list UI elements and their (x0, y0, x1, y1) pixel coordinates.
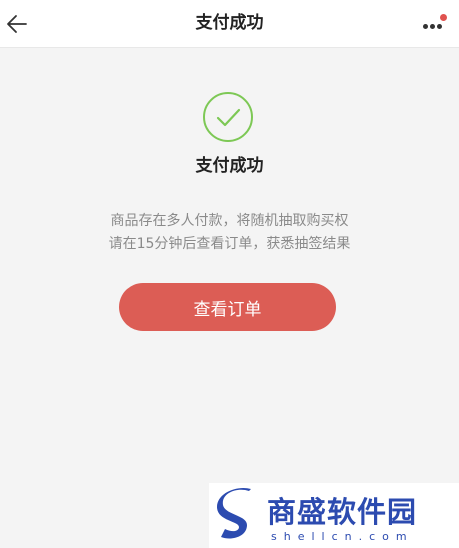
view-order-button[interactable]: 查看订单 (119, 283, 336, 331)
notification-badge (440, 14, 447, 21)
watermark-name: 商盛软件园 (267, 495, 418, 529)
more-dots-icon (423, 24, 428, 29)
more-dots-icon-dot (430, 24, 435, 29)
watermark-domain: shellcn.com (271, 530, 414, 543)
watermark: 商盛软件园 shellcn.com (209, 483, 459, 548)
lottery-notice-line-1: 商品存在多人付款，将随机抽取购买权 (110, 213, 349, 229)
logo-s-icon (217, 487, 251, 539)
lottery-notice-line-2: 请在15分钟后查看订单，获悉抽签结果 (108, 236, 351, 252)
more-dots-icon-dot (437, 24, 442, 29)
page-title: 支付成功 (195, 13, 264, 33)
more-button[interactable] (421, 12, 447, 36)
check-circle-icon (203, 92, 253, 142)
top-bar: 支付成功 (0, 0, 459, 48)
success-title: 支付成功 (195, 156, 264, 176)
